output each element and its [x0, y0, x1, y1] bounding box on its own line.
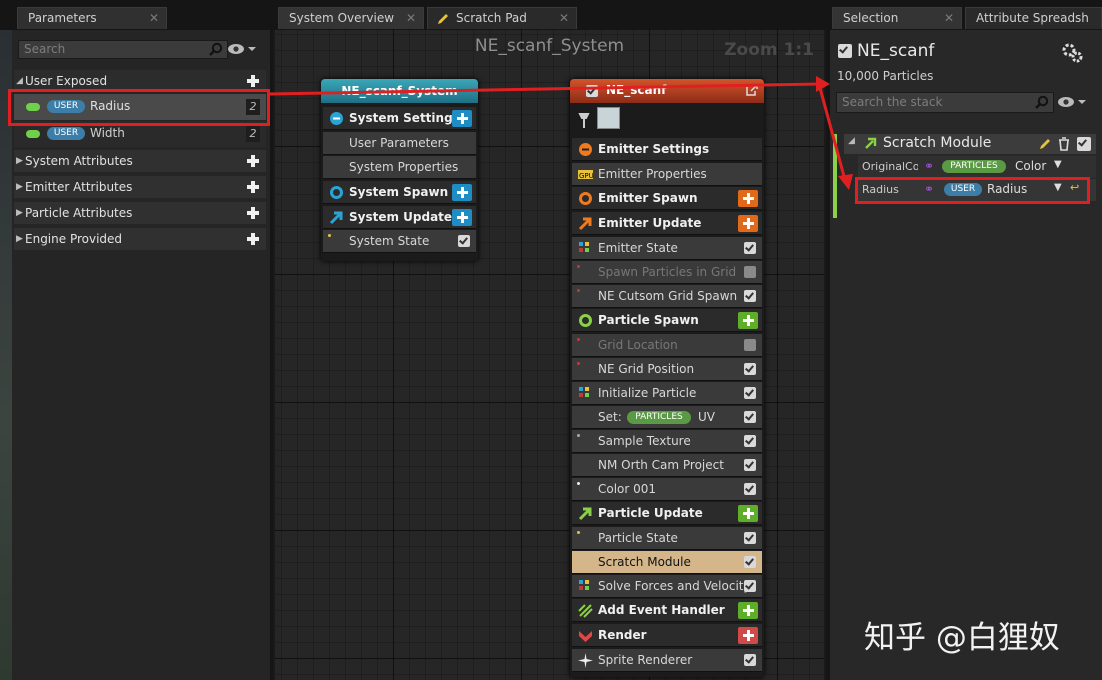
annotation-arrows: [269, 76, 853, 190]
